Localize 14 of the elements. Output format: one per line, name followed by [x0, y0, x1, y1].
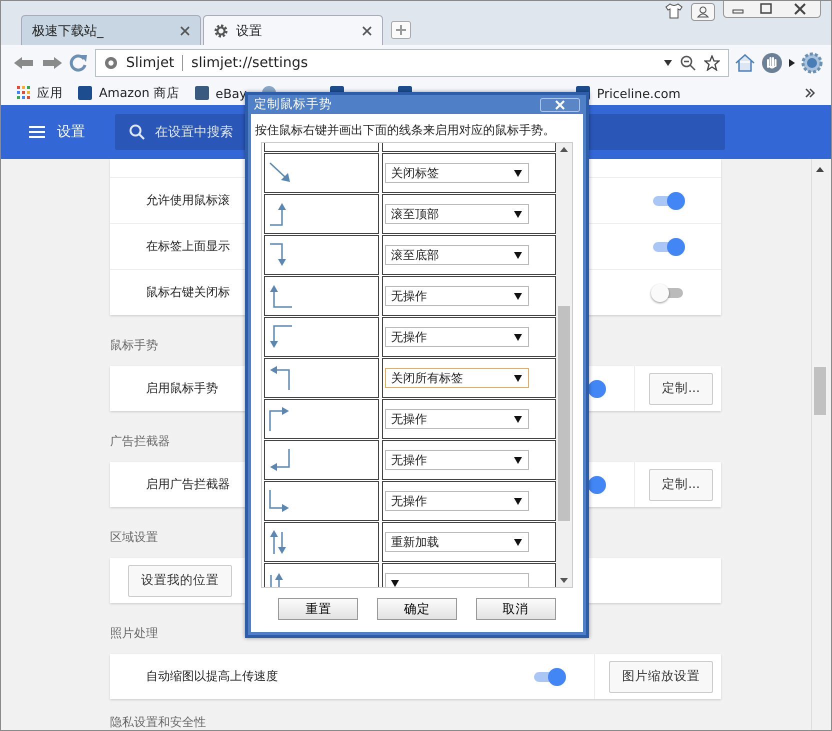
setting-label: 自动缩图以提高上传速度 — [146, 668, 278, 685]
section-title: 照片处理 — [110, 626, 158, 640]
setting-label: 启用广告拦截器 — [146, 476, 230, 493]
section-title: 隐私设置和安全性 — [110, 715, 206, 729]
setting-label: 在标签上面显示 — [146, 238, 230, 255]
setting-label: 鼠标右键关闭标 — [146, 284, 230, 301]
setting-label: 启用鼠标手势 — [146, 380, 218, 397]
setting-label: 允许使用鼠标滚 — [146, 192, 230, 209]
section-title: 鼠标手势 — [110, 338, 158, 352]
instruction-text: 按住鼠标右键并画出下面的线条来启用对应的鼠标手势。 — [255, 122, 556, 139]
page-title: 设置 — [57, 123, 86, 141]
section-title: 广告拦截器 — [110, 434, 170, 448]
dialog-title: 定制鼠标手势 — [254, 96, 332, 113]
section-title: 区域设置 — [110, 530, 158, 544]
